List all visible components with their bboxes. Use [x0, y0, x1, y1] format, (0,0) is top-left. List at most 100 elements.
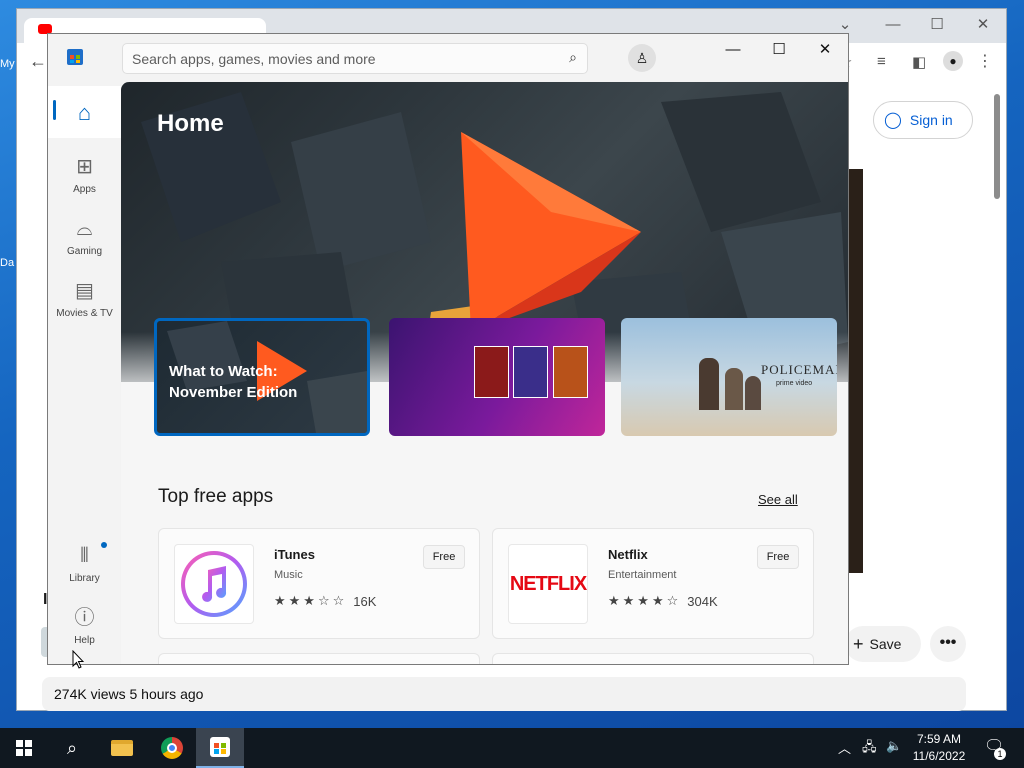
- nav-library-label: Library: [69, 573, 100, 584]
- kebab-menu-icon[interactable]: ⋮: [977, 51, 993, 71]
- hero-title: Home: [157, 110, 224, 137]
- nav-apps[interactable]: ⊞ Apps: [48, 154, 121, 195]
- person-silhouette-1: [699, 358, 719, 410]
- app-rating-count-netflix: 304K: [687, 593, 718, 609]
- taskbar-clock[interactable]: 7:59 AM 11/6/2022: [906, 731, 972, 765]
- app-rating-itunes: ★★★☆☆ 16K: [274, 593, 376, 609]
- store-close-icon[interactable]: ✕: [802, 34, 848, 66]
- prime-video-logo: prime video: [776, 380, 813, 387]
- nav-help[interactable]: ⓘ Help: [48, 605, 121, 646]
- back-arrow-icon[interactable]: ←: [29, 51, 47, 72]
- sidebar-icon[interactable]: ◧: [912, 53, 926, 71]
- store-search-input[interactable]: Search apps, games, movies and more ⌕: [122, 43, 588, 74]
- app-rating-count-itunes: 16K: [353, 593, 377, 609]
- star-rating-icon: ★★★★☆: [608, 593, 682, 608]
- free-button-itunes[interactable]: Free: [423, 545, 465, 569]
- profile-icon[interactable]: ●: [943, 51, 963, 71]
- card1-title-line2: November Edition: [169, 384, 298, 401]
- store-bag-green: [221, 743, 226, 748]
- card-what-to-watch[interactable]: What to Watch: November Edition: [154, 318, 370, 436]
- section-title: Top free apps: [158, 486, 274, 507]
- nav-active-indicator: [53, 100, 56, 120]
- minimize-icon[interactable]: —: [883, 15, 903, 35]
- itunes-logo: [181, 551, 247, 617]
- user-circle-icon: ◯: [884, 112, 902, 129]
- save-label: Save: [869, 636, 902, 652]
- free-button-netflix[interactable]: Free: [757, 545, 799, 569]
- volume-icon[interactable]: 🔈: [886, 738, 902, 754]
- search-icon[interactable]: ⌕: [569, 49, 577, 66]
- poster-2: [513, 346, 548, 398]
- app-category-netflix: Entertainment: [608, 569, 677, 581]
- store-home-content: Home What to Watch: November Edition POL…: [121, 82, 848, 664]
- sign-in-button[interactable]: ◯ Sign in: [873, 101, 973, 139]
- account-avatar-icon[interactable]: ♙: [628, 44, 656, 72]
- nav-apps-label: Apps: [73, 184, 96, 195]
- search-placeholder: Search apps, games, movies and more: [132, 51, 376, 67]
- video-views-info[interactable]: 274K views 5 hours ago: [42, 677, 966, 711]
- library-update-dot: [101, 542, 107, 548]
- more-actions-button[interactable]: •••: [930, 626, 966, 662]
- home-icon: ⌂: [77, 100, 92, 125]
- store-minimize-icon[interactable]: —: [710, 34, 756, 66]
- store-maximize-icon[interactable]: ☐: [756, 34, 802, 66]
- card-new-movies[interactable]: [389, 318, 605, 436]
- maximize-icon[interactable]: ☐: [927, 15, 947, 35]
- app-card-itunes[interactable]: iTunes Music ★★★☆☆ 16K Free: [158, 528, 480, 639]
- media-queue-icon[interactable]: ≡: [877, 53, 886, 70]
- folder-shape: [111, 740, 133, 756]
- card-policeman[interactable]: POLICEMAN prime video: [621, 318, 837, 436]
- nav-movies-tv[interactable]: ▤ Movies & TV: [48, 278, 121, 319]
- chrome-logo-center: [167, 743, 177, 753]
- notification-count-badge: 1: [994, 748, 1006, 760]
- gamepad-icon: ⌓: [76, 218, 93, 240]
- poster-3: [553, 346, 588, 398]
- sign-in-label: Sign in: [909, 112, 953, 128]
- chrome-logo: [161, 737, 183, 759]
- app-name-netflix: Netflix: [608, 547, 648, 562]
- nav-home[interactable]: ⌂: [48, 86, 121, 138]
- store-logo-red: [70, 55, 74, 59]
- store-logo-icon: [67, 49, 83, 65]
- store-taskbar-icon[interactable]: [196, 728, 244, 768]
- store-bag-blue: [214, 749, 219, 754]
- person-silhouette-3: [745, 376, 761, 410]
- mouse-cursor-icon: [72, 650, 84, 669]
- chrome-taskbar-icon[interactable]: [148, 728, 196, 768]
- nav-movies-label: Movies & TV: [56, 308, 113, 319]
- apps-icon: ⊞: [76, 156, 93, 178]
- search-taskbar-icon[interactable]: ⌕: [48, 728, 96, 768]
- video-player-edge: [849, 169, 863, 573]
- store-bag-red: [214, 743, 219, 748]
- netflix-logo-text: NETFLIX: [509, 572, 587, 595]
- network-icon[interactable]: 🖧: [862, 738, 877, 760]
- clock-date: 11/6/2022: [912, 749, 966, 763]
- close-icon[interactable]: ✕: [973, 15, 993, 35]
- see-all-link[interactable]: See all: [758, 492, 798, 507]
- file-explorer-icon[interactable]: [98, 728, 146, 768]
- library-icon: ⫴: [80, 545, 89, 567]
- help-icon: ⓘ: [74, 607, 95, 629]
- app-card-next-2[interactable]: [492, 653, 814, 664]
- store-logo-green: [76, 55, 80, 59]
- clapperboard-icon: ▤: [75, 280, 94, 302]
- netflix-icon: NETFLIX: [508, 544, 588, 624]
- star-rating-icon: ★★★☆☆: [274, 593, 348, 608]
- windows-logo-icon: [16, 740, 32, 756]
- nav-gaming[interactable]: ⌓ Gaming: [48, 216, 121, 257]
- chevron-down-icon[interactable]: ⌄: [835, 15, 855, 35]
- app-card-netflix[interactable]: NETFLIX Netflix Entertainment ★★★★☆ 304K…: [492, 528, 814, 639]
- scrollbar-thumb[interactable]: [994, 94, 1000, 199]
- app-card-next-1[interactable]: [158, 653, 480, 664]
- poster-1: [474, 346, 509, 398]
- store-logo-yellow: [76, 60, 80, 63]
- start-button[interactable]: [0, 728, 48, 768]
- store-titlebar: Search apps, games, movies and more ⌕ ♙ …: [48, 34, 848, 82]
- save-button[interactable]: + Save: [845, 626, 921, 662]
- chevron-up-icon[interactable]: ︿: [838, 738, 851, 757]
- card1-title: What to Watch: November Edition: [169, 361, 297, 403]
- itunes-icon: [174, 544, 254, 624]
- nav-library[interactable]: ⫴ Library: [48, 543, 121, 584]
- nav-help-label: Help: [74, 635, 95, 646]
- app-rating-netflix: ★★★★☆ 304K: [608, 593, 718, 609]
